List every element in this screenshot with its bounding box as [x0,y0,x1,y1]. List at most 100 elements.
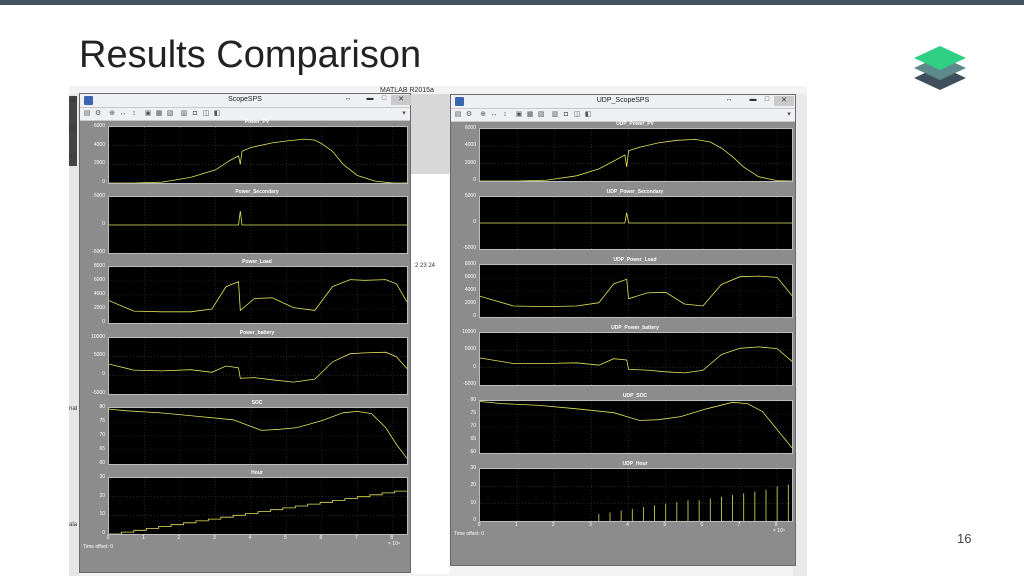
move-icon[interactable]: ↔ [342,95,354,102]
y-tick-label: 80 [470,397,476,403]
maximize-button[interactable]: □ [378,95,390,102]
close-button[interactable]: ✕ [391,95,411,105]
y-tick-label: 30 [470,465,476,471]
y-tick-label: 5000 [93,352,105,359]
plot-title: Power_battery [239,329,275,336]
y-tick-label: 0 [473,517,476,523]
y-tick-label: 30 [99,474,105,480]
zoom-y-icon[interactable]: ↕ [501,111,509,119]
x-tick-label: 1 [142,535,145,541]
x-multiplier: × 10⁴ [773,528,786,534]
plot-title: UDP_SOC [622,393,648,399]
plot-axes[interactable] [108,336,408,395]
zoom-y-icon[interactable]: ↕ [130,110,138,118]
plot-axes[interactable] [108,477,408,535]
plot-axes[interactable] [108,196,408,255]
toolbar-dropdown-icon[interactable]: ▾ [400,110,408,118]
plot-canvas [109,127,407,183]
window-titlebar[interactable]: UDP_ScopeSPS ↔ ▬ □ ✕ [451,95,795,109]
y-tick-label: 0 [102,221,105,228]
y-tick-label: 10 [99,511,105,518]
highlight-icon[interactable]: ◧ [584,111,592,119]
signal-selector-icon[interactable]: ◫ [573,111,581,119]
y-tick-label: 6000 [93,123,105,129]
y-tick-label: 2000 [93,160,105,167]
maximize-button[interactable]: □ [761,96,773,103]
y-tick-label: 75 [470,410,476,416]
plot-canvas [109,407,407,464]
plot-title: UDP_Power_Secondary [606,189,664,195]
plot-canvas [480,401,792,453]
x-tick-label: 3 [213,535,216,541]
plot-axes[interactable] [479,196,793,250]
plot-canvas [480,469,792,521]
bg-left-fragment: ala [69,522,78,528]
plot-axes[interactable] [108,126,408,184]
minimize-button[interactable]: ▬ [747,96,759,103]
y-tick-label: 6000 [464,125,476,131]
y-tick-label: 6000 [93,277,105,284]
save-axes-icon[interactable]: ▦ [155,110,163,118]
highlight-icon[interactable]: ◧ [213,110,221,118]
plot-axes[interactable] [479,332,793,386]
zoom-in-icon[interactable]: ⊕ [479,111,487,119]
print-icon[interactable]: ▤ [454,111,462,119]
plot-canvas [480,197,792,249]
autoscale-icon[interactable]: ▣ [144,110,152,118]
zoom-x-icon[interactable]: ↔ [119,110,127,118]
x-tick-label: 0 [477,522,481,528]
plot-axes[interactable] [479,128,793,182]
lock-icon[interactable]: ◘ [562,111,570,119]
plot-canvas [109,197,407,254]
plot-title: UDP_Power_battery [611,325,659,331]
plot-axes[interactable] [108,266,408,325]
layers-logo-icon [914,46,966,90]
plot-canvas [480,129,792,181]
x-tick-label: 3 [589,522,592,528]
params-icon[interactable]: ▥ [551,111,559,119]
zoom-x-icon[interactable]: ↔ [490,111,498,119]
move-icon[interactable]: ↔ [723,96,735,103]
x-tick-label: 5 [663,522,667,528]
plot-axes[interactable] [479,400,793,454]
params-icon[interactable]: ▥ [180,110,188,118]
autoscale-icon[interactable]: ▣ [515,111,523,119]
plot-canvas [480,333,792,385]
y-tick-label: 5000 [464,193,476,199]
series-line [109,351,407,383]
x-tick-label: 6 [700,522,704,528]
scope-window-scopesps[interactable]: ScopeSPS ↔ ▬ □ ✕ ▤ ⚙ ⊕ ↔ ↕ ▣ ▦ ▧ ▥ ◘ ◫ ◧… [79,93,411,573]
plot-title: UDP_Power_PV [616,121,654,127]
print-icon[interactable]: ▤ [83,110,91,118]
plot-axes[interactable] [479,468,793,522]
scope-window-udp-scopesps[interactable]: UDP_ScopeSPS ↔ ▬ □ ✕ ▤ ⚙ ⊕ ↔ ↕ ▣ ▦ ▧ ▥ ◘… [450,94,796,566]
gear-icon[interactable]: ⚙ [94,110,102,118]
series-line [480,275,792,308]
y-tick-label: 0 [473,363,476,370]
save-axes-icon[interactable]: ▦ [526,111,534,119]
plot-axes[interactable] [479,264,793,318]
signal-selector-icon[interactable]: ◫ [202,110,210,118]
restore-axes-icon[interactable]: ▧ [166,110,174,118]
slide-top-bar [0,0,1024,5]
x-tick-label: 4 [626,522,629,528]
y-tick-label: 60 [470,449,476,455]
x-tick-label: 5 [283,535,287,541]
minimize-button[interactable]: ▬ [364,95,376,102]
slide-title: Results Comparison [79,34,422,76]
y-tick-label: 65 [99,445,105,452]
lock-icon[interactable]: ◘ [191,110,199,118]
close-button[interactable]: ✕ [774,96,794,106]
y-tick-label: 0 [102,179,105,185]
window-title: ScopeSPS [228,96,262,103]
toolbar-dropdown-icon[interactable]: ▾ [785,111,793,119]
window-titlebar[interactable]: ScopeSPS ↔ ▬ □ ✕ [80,94,411,108]
window-title: UDP_ScopeSPS [596,97,650,104]
time-offset: Time offset: 0 [83,544,114,550]
gear-icon[interactable]: ⚙ [465,111,473,119]
zoom-in-icon[interactable]: ⊕ [108,110,116,118]
restore-axes-icon[interactable]: ▧ [537,111,545,119]
series-line [109,490,407,534]
plot-axes[interactable] [108,406,408,465]
screenshot-region: MATLAB R2015a AP pp ev nat ala 2 23 24 S… [69,86,807,576]
